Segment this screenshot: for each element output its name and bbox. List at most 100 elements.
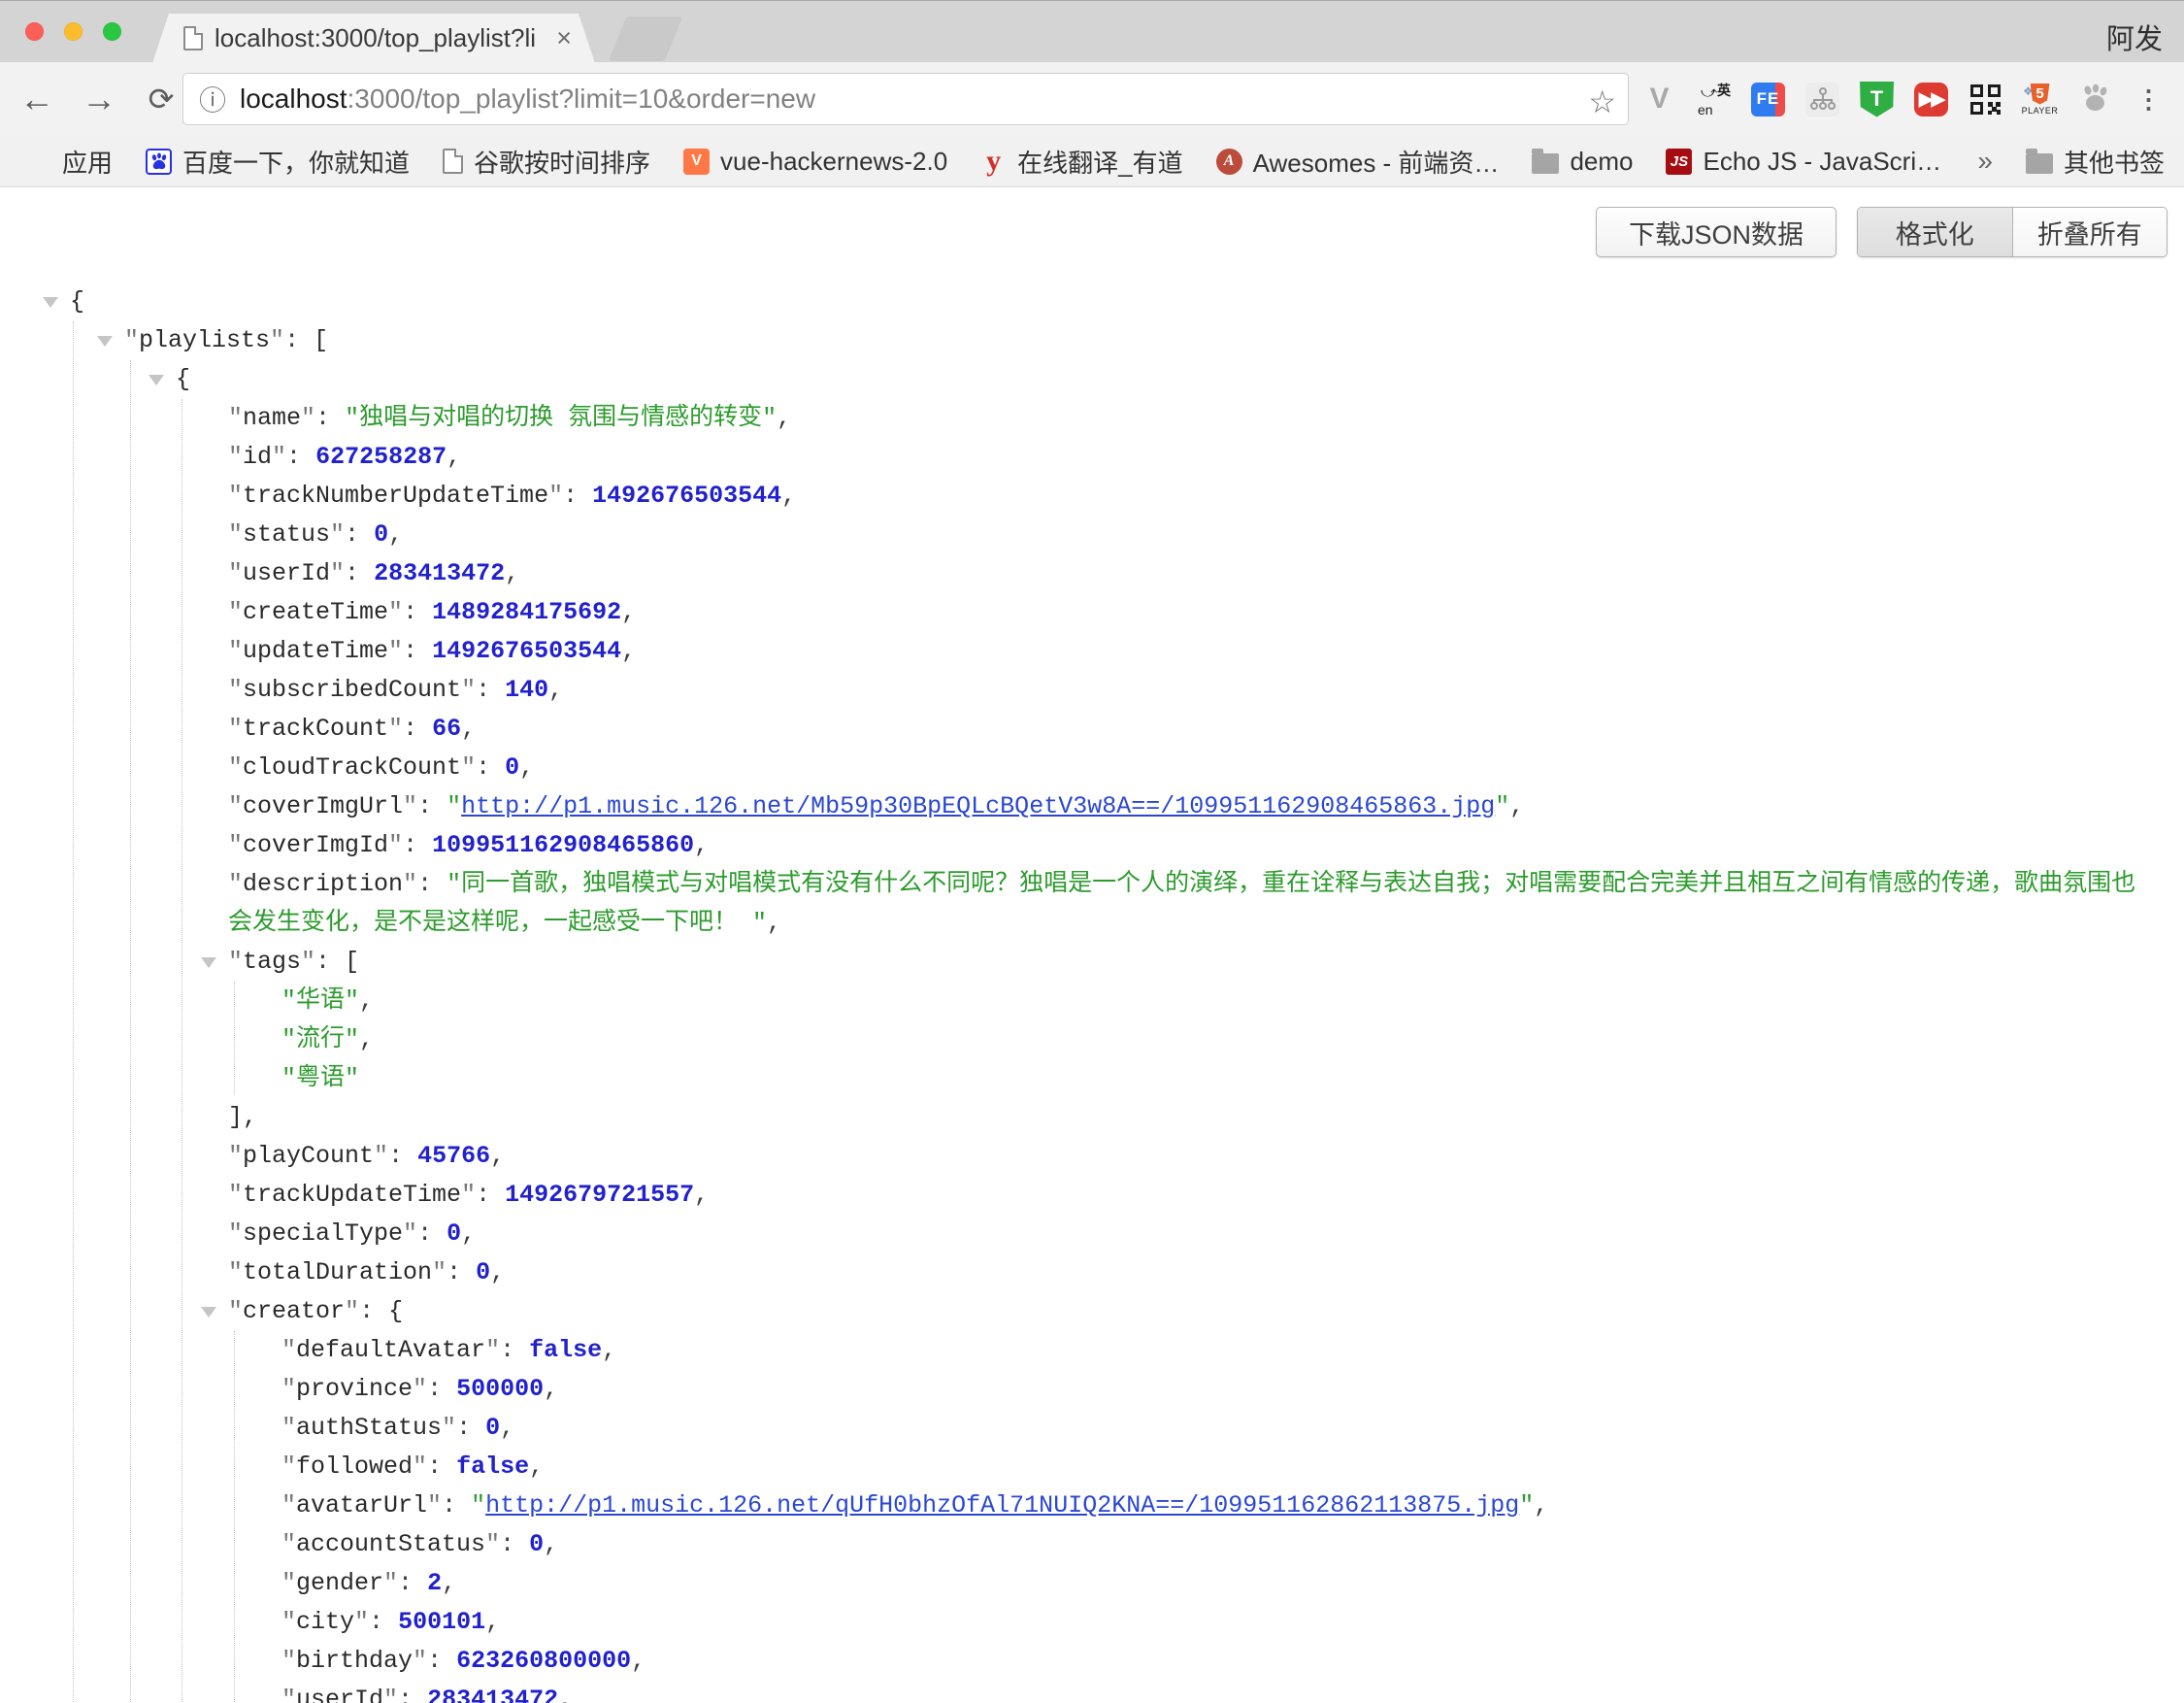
reload-icon[interactable]: ⟳ xyxy=(142,81,181,117)
json-line: status0 xyxy=(0,516,2184,554)
bookmarks-overflow-icon[interactable]: » xyxy=(1977,146,1993,177)
json-bracket: { xyxy=(176,365,190,393)
json-key: avatarUrl xyxy=(281,1491,442,1519)
json-line: trackUpdateTime1492679721557 xyxy=(0,1176,2184,1215)
page-favicon-icon xyxy=(183,26,203,50)
collapse-toggle-icon[interactable] xyxy=(201,1307,216,1318)
bookmark-echojs[interactable]: JS Echo JS - JavaScri… xyxy=(1666,147,1941,177)
sitemap-extension-icon[interactable] xyxy=(1805,83,1839,117)
collapse-all-button[interactable]: 折叠所有 xyxy=(2013,208,2167,256)
json-boolean-value: false xyxy=(529,1336,602,1364)
bookmark-apps[interactable]: 应用 xyxy=(25,144,113,180)
json-line: createTime1489284175692 xyxy=(0,593,2184,632)
view-mode-toggle: 格式化 折叠所有 xyxy=(1857,207,2167,257)
baidu-paw-icon xyxy=(146,149,172,175)
json-key: authStatus xyxy=(281,1414,456,1442)
close-window-button[interactable] xyxy=(25,22,44,41)
video-speed-extension-icon[interactable]: ▶▶ xyxy=(1914,83,1948,117)
bookmark-google-time[interactable]: 谷歌按时间排序 xyxy=(443,144,650,180)
json-key: accountStatus xyxy=(281,1530,500,1558)
translate-arrow-icon: ⤻ xyxy=(1701,84,1717,102)
bookmark-others-folder[interactable]: 其他书签 xyxy=(2026,144,2165,180)
json-number-value: 1492676503544 xyxy=(432,637,621,665)
format-button[interactable]: 格式化 xyxy=(1858,208,2013,256)
json-line: name"独唱与对唱的切换 氛围与情感的转变" xyxy=(0,399,2184,438)
json-link-value[interactable]: http://p1.music.126.net/Mb59p30BpEQLcBQe… xyxy=(461,792,1495,820)
json-line: coverImgUrl http://p1.music.126.net/Mb59p… xyxy=(0,787,2184,826)
json-bracket: { xyxy=(70,287,84,316)
qr-code-extension-icon[interactable] xyxy=(1969,83,2002,117)
json-key: status xyxy=(228,520,345,549)
back-icon[interactable]: ← xyxy=(17,79,56,119)
window-controls xyxy=(25,22,121,41)
json-number-value: 2 xyxy=(427,1569,442,1597)
collapse-toggle-icon[interactable] xyxy=(97,336,113,347)
t-shield-extension-icon[interactable]: T xyxy=(1860,82,1894,117)
json-number-value: 45766 xyxy=(417,1142,490,1170)
json-line: creator{ xyxy=(0,1292,2184,1331)
bookmark-demo-folder[interactable]: demo xyxy=(1532,147,1633,177)
html5-player-extension-icon[interactable]: ❖ 5 PLAYER xyxy=(2023,83,2057,117)
page-info-icon[interactable]: ⓘ xyxy=(199,80,226,118)
bookmark-label: Echo JS - JavaScri… xyxy=(1703,147,1941,177)
json-key: userId xyxy=(281,1686,398,1703)
collapse-toggle-icon[interactable] xyxy=(149,375,164,385)
download-json-button[interactable]: 下载JSON数据 xyxy=(1596,207,1837,257)
folder-icon xyxy=(1532,153,1559,174)
json-line: { xyxy=(0,360,2184,399)
json-tree: { playlists[ { name"独唱与对唱的切换 氛围与情感的转变" i… xyxy=(0,283,2184,1703)
json-link-value[interactable]: http://p1.music.126.net/qUfH0bhzOfAl71NU… xyxy=(485,1491,1519,1519)
json-line: defaultAvatarfalse xyxy=(0,1331,2184,1370)
profile-name[interactable]: 阿发 xyxy=(2106,17,2163,57)
json-string-value: "粤语" xyxy=(281,1064,359,1092)
browser-menu-icon[interactable]: ⋮ xyxy=(2132,83,2166,117)
collapse-toggle-icon[interactable] xyxy=(43,297,58,308)
vue-devtools-icon[interactable]: V xyxy=(1642,83,1676,117)
json-number-value: 0 xyxy=(447,1219,461,1248)
json-string-value: "同一首歌，独唱模式与对唱模式有没有什么不同呢？独唱是一个人的演绎，重在诠释与表… xyxy=(228,870,2135,937)
json-line: "粤语" xyxy=(0,1059,2184,1098)
collapse-toggle-icon[interactable] xyxy=(201,957,216,968)
bookmark-star-icon[interactable]: ☆ xyxy=(1588,83,1616,120)
json-string-value: "流行" xyxy=(281,1025,359,1053)
json-number-value: 140 xyxy=(505,676,548,704)
json-bracket: ], xyxy=(228,1103,257,1131)
browser-window: localhost:3000/top_playlist?lim × 阿发 ← →… xyxy=(0,0,2184,187)
json-key: city xyxy=(281,1608,369,1636)
tab-close-icon[interactable]: × xyxy=(556,21,572,54)
json-line: authStatus0 xyxy=(0,1409,2184,1448)
json-key: coverImgUrl xyxy=(228,792,417,820)
json-line: trackCount66 xyxy=(0,710,2184,749)
json-number-value: 1489284175692 xyxy=(432,598,621,626)
paw-extension-icon[interactable] xyxy=(2077,83,2111,117)
bookmark-baidu[interactable]: 百度一下，你就知道 xyxy=(146,144,410,180)
page-icon xyxy=(443,149,463,174)
json-key: province xyxy=(281,1375,427,1403)
json-key: userId xyxy=(228,559,345,587)
forward-icon[interactable]: → xyxy=(80,79,118,119)
json-key: cloudTrackCount xyxy=(228,753,476,782)
maximize-window-button[interactable] xyxy=(103,22,121,41)
json-viewer-page: 下载JSON数据 格式化 折叠所有 { playlists[ { name"独唱… xyxy=(0,187,2184,1702)
bookmark-awesomes[interactable]: A Awesomes - 前端资… xyxy=(1216,144,1500,180)
json-number-value: 623260800000 xyxy=(456,1647,631,1675)
json-line: "华语" xyxy=(0,982,2184,1020)
bookmark-youdao[interactable]: y 在线翻译_有道 xyxy=(980,144,1182,180)
json-line: avatarUrl http://p1.music.126.net/qUfH0bh… xyxy=(0,1486,2184,1525)
json-number-value: 66 xyxy=(432,715,461,743)
json-line: birthday623260800000 xyxy=(0,1642,2184,1681)
fehelper-extension-icon[interactable]: FE xyxy=(1751,83,1785,117)
json-key: trackUpdateTime xyxy=(228,1181,476,1209)
json-line: specialType0 xyxy=(0,1215,2184,1253)
json-key: subscribedCount xyxy=(228,676,476,704)
json-key: creator xyxy=(228,1297,359,1325)
translate-extension-icon[interactable]: 英 ⤻ en xyxy=(1697,83,1731,117)
minimize-window-button[interactable] xyxy=(64,22,83,41)
address-bar[interactable]: ⓘ localhost:3000/top_playlist?limit=10&o… xyxy=(182,73,1629,125)
new-tab-button[interactable] xyxy=(609,17,683,61)
vue-icon: V xyxy=(683,149,710,175)
player-label: PLAYER xyxy=(2022,106,2059,116)
bookmark-label: 百度一下，你就知道 xyxy=(182,144,410,180)
bookmark-vue-hackernews[interactable]: V vue-hackernews-2.0 xyxy=(683,147,947,177)
browser-tab[interactable]: localhost:3000/top_playlist?lim × xyxy=(152,14,595,63)
